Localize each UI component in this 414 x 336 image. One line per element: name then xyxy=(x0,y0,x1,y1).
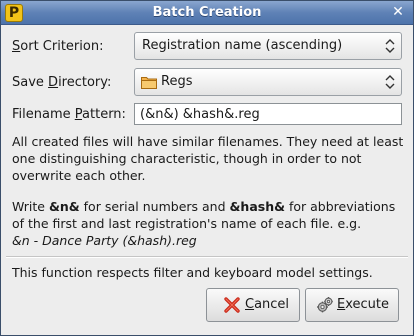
execute-button[interactable]: Execute xyxy=(305,288,399,322)
window-title: Batch Creation xyxy=(152,5,262,20)
updown-arrows-icon xyxy=(385,39,395,53)
updown-arrows-icon xyxy=(385,75,395,89)
save-directory-select[interactable]: Regs xyxy=(134,68,402,96)
save-directory-value: Regs xyxy=(161,74,193,89)
hint-example: &n - Dance Party (&hash).reg xyxy=(12,233,197,248)
info-line: overwrite each other. xyxy=(12,168,146,183)
info-line: one distinguishing characteristic, thoug… xyxy=(12,151,362,166)
sort-criterion-label: Sort Criterion: xyxy=(12,39,104,54)
hint-paragraph: Write &n& for serial numbers and &hash& … xyxy=(12,198,407,249)
serial-token: &n& xyxy=(48,199,80,214)
gears-icon xyxy=(317,297,333,313)
filename-pattern-input[interactable] xyxy=(134,103,402,125)
filter-notice: This function respects filter and keyboa… xyxy=(12,265,373,280)
filename-pattern-label: Filename Pattern: xyxy=(12,107,126,122)
cancel-label: Cancel xyxy=(245,297,290,312)
cancel-x-icon xyxy=(224,297,240,313)
execute-label: Execute xyxy=(337,297,389,312)
hash-token: &hash& xyxy=(229,199,285,214)
hint-line: of the first and last registration's nam… xyxy=(12,216,362,231)
save-directory-label: Save Directory: xyxy=(12,75,112,90)
folder-icon xyxy=(141,77,157,89)
batch-creation-dialog: P Batch Creation ✕ Sort Criterion: Regis… xyxy=(0,0,414,336)
sort-criterion-select[interactable]: Registration name (ascending) xyxy=(134,32,402,60)
title-bar[interactable]: P Batch Creation ✕ xyxy=(1,1,413,25)
cancel-button[interactable]: Cancel xyxy=(206,288,300,322)
sort-criterion-value: Registration name (ascending) xyxy=(142,38,343,53)
separator xyxy=(6,256,408,258)
close-button[interactable]: ✕ xyxy=(389,4,407,22)
info-line: All created files will have similar file… xyxy=(12,134,404,149)
info-paragraph: All created files will have similar file… xyxy=(12,133,407,184)
hint-line: Write &n& for serial numbers and &hash& … xyxy=(12,199,396,214)
